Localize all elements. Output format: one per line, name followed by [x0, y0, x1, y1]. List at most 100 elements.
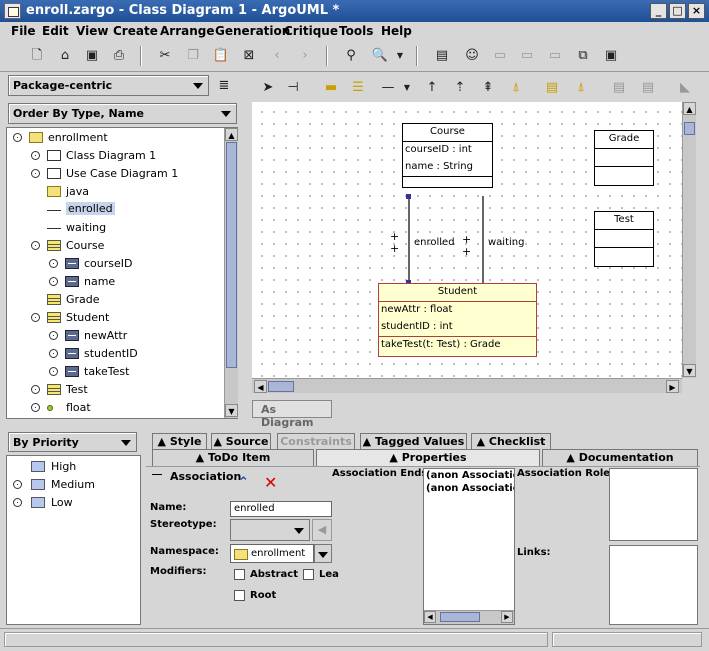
diagram-canvas[interactable]: + + + + enrolled waiting Course courseID…: [252, 102, 682, 378]
scroll-up-arrow[interactable]: ▲: [683, 102, 696, 115]
open-file-icon[interactable]: ⌂: [55, 46, 75, 66]
add-compartment-icon[interactable]: ▤: [609, 78, 629, 98]
tab-todo-item[interactable]: ▲ ToDo Item: [152, 449, 314, 466]
scroll-down-arrow[interactable]: ▼: [225, 404, 238, 417]
forward-icon[interactable]: ›: [295, 46, 315, 66]
generalization-icon[interactable]: ↑: [422, 78, 442, 98]
state-diagram-icon[interactable]: ▭: [490, 46, 510, 66]
namespace-dropdown-button[interactable]: [314, 544, 332, 563]
scroll-thumb[interactable]: [226, 142, 237, 368]
delete-element-icon[interactable]: ✕: [264, 473, 277, 492]
menu-generation[interactable]: Generation: [215, 24, 290, 38]
scroll-up-arrow[interactable]: ▲: [225, 128, 238, 141]
scroll-thumb[interactable]: [268, 381, 294, 392]
note-icon[interactable]: ◣: [675, 78, 695, 98]
chevron-down-icon[interactable]: ▼: [390, 46, 410, 66]
scroll-left-arrow[interactable]: ◀: [254, 380, 267, 393]
find-icon[interactable]: ⚲: [341, 46, 361, 66]
expand-knob-icon[interactable]: [31, 169, 40, 178]
sequence-diagram-icon[interactable]: ▣: [601, 46, 621, 66]
name-field[interactable]: enrolled: [230, 501, 332, 517]
close-button[interactable]: ×: [688, 3, 705, 19]
class-box-student[interactable]: Student newAttr : float studentID : int …: [378, 283, 537, 357]
minimize-button[interactable]: _: [650, 3, 667, 19]
expand-knob-icon[interactable]: [13, 480, 22, 489]
class-icon[interactable]: ☰: [348, 78, 368, 98]
root-checkbox[interactable]: [234, 590, 245, 601]
expand-knob-icon[interactable]: [31, 151, 40, 160]
expand-knob-icon[interactable]: [13, 133, 22, 142]
association-end-item[interactable]: (anon Association: [424, 482, 514, 495]
cut-icon[interactable]: ✂: [155, 46, 175, 66]
add-operation-icon[interactable]: ⍋: [571, 78, 591, 98]
expand-knob-icon[interactable]: [49, 349, 58, 358]
scroll-thumb[interactable]: [440, 612, 480, 622]
tab-properties[interactable]: ▲ Properties: [316, 449, 540, 466]
tab-checklist[interactable]: ▲ Checklist: [471, 433, 551, 450]
tab-style[interactable]: ▲ Style: [152, 433, 207, 450]
menu-edit[interactable]: Edit: [42, 24, 69, 38]
tab-tagged-values[interactable]: ▲ Tagged Values: [360, 433, 467, 450]
abstract-checkbox[interactable]: [234, 569, 245, 580]
association-end-item[interactable]: (anon Association: [424, 469, 514, 482]
navigate-up-icon[interactable]: ⌃: [238, 475, 249, 490]
usecase-diagram-icon[interactable]: ☺: [462, 46, 482, 66]
select-arrow-icon[interactable]: ➤: [258, 78, 278, 98]
scroll-left-arrow[interactable]: ◀: [424, 611, 436, 623]
copy-icon[interactable]: ❐: [183, 46, 203, 66]
menu-file[interactable]: File: [11, 24, 36, 38]
expand-knob-icon[interactable]: [31, 403, 40, 412]
print-icon[interactable]: ⎙: [109, 46, 129, 66]
perspective-select[interactable]: Package-centric: [8, 75, 209, 96]
interface-icon[interactable]: ⍋: [506, 78, 526, 98]
canvas-hscrollbar[interactable]: ◀ ▶: [252, 378, 682, 393]
menu-view[interactable]: View: [76, 24, 108, 38]
menu-create[interactable]: Create: [113, 24, 158, 38]
zoom-icon[interactable]: 🔍: [370, 46, 390, 66]
app-icon[interactable]: [4, 3, 21, 19]
tab-source[interactable]: ▲ Source: [211, 433, 271, 450]
realization-icon[interactable]: ⇞: [478, 78, 498, 98]
title-bar[interactable]: enroll.zargo - Class Diagram 1 - ArgoUML…: [0, 0, 709, 22]
expand-knob-icon[interactable]: [49, 277, 58, 286]
expand-knob-icon[interactable]: [13, 498, 22, 507]
leaf-checkbox[interactable]: [303, 569, 314, 580]
broom-icon[interactable]: ⊣: [283, 78, 303, 98]
add-attribute-icon[interactable]: ▤: [542, 78, 562, 98]
class-box-course[interactable]: Course courseID : int name : String: [402, 123, 493, 188]
deployment-diagram-icon[interactable]: ⧉: [573, 46, 593, 66]
association-label-waiting[interactable]: waiting: [488, 237, 524, 248]
collaboration-diagram-icon[interactable]: ▭: [545, 46, 565, 66]
paste-icon[interactable]: 📋: [211, 46, 231, 66]
package-icon[interactable]: ▬: [321, 78, 341, 98]
canvas-vscrollbar[interactable]: ▲ ▼: [682, 102, 696, 378]
association-icon[interactable]: —: [378, 78, 398, 98]
stereotype-select[interactable]: [230, 519, 310, 541]
expand-knob-icon[interactable]: [31, 241, 40, 250]
menu-arrange[interactable]: Arrange: [160, 24, 215, 38]
class-box-test[interactable]: Test: [594, 211, 654, 267]
association-label-enrolled[interactable]: enrolled: [414, 237, 455, 248]
expand-knob-icon[interactable]: [31, 313, 40, 322]
ends-hscrollbar[interactable]: ◀ ▶: [424, 610, 514, 624]
chevron-down-icon[interactable]: ▼: [397, 78, 417, 98]
association-roles-list[interactable]: [609, 468, 698, 541]
scroll-thumb[interactable]: [684, 122, 695, 135]
order-select[interactable]: Order By Type, Name: [8, 103, 237, 124]
class-diagram-icon[interactable]: ▤: [432, 46, 452, 66]
add-compartment-icon[interactable]: ▤: [638, 78, 658, 98]
menu-tools[interactable]: Tools: [339, 24, 373, 38]
stereotype-nav-icon[interactable]: ◀: [312, 519, 332, 541]
explorer-scrollbar[interactable]: ▲ ▼: [224, 128, 238, 418]
tab-documentation[interactable]: ▲ Documentation: [542, 449, 698, 466]
dependency-icon[interactable]: ⇡: [450, 78, 470, 98]
scroll-right-arrow[interactable]: ▶: [666, 380, 679, 393]
namespace-select[interactable]: enrollment: [230, 544, 314, 563]
links-list[interactable]: [609, 545, 698, 625]
scroll-right-arrow[interactable]: ▶: [501, 611, 513, 623]
delete-icon[interactable]: ⊠: [239, 46, 259, 66]
maximize-button[interactable]: □: [669, 3, 686, 19]
todo-sort-select[interactable]: By Priority: [8, 432, 137, 452]
expand-knob-icon[interactable]: [49, 259, 58, 268]
back-icon[interactable]: ‹: [267, 46, 287, 66]
